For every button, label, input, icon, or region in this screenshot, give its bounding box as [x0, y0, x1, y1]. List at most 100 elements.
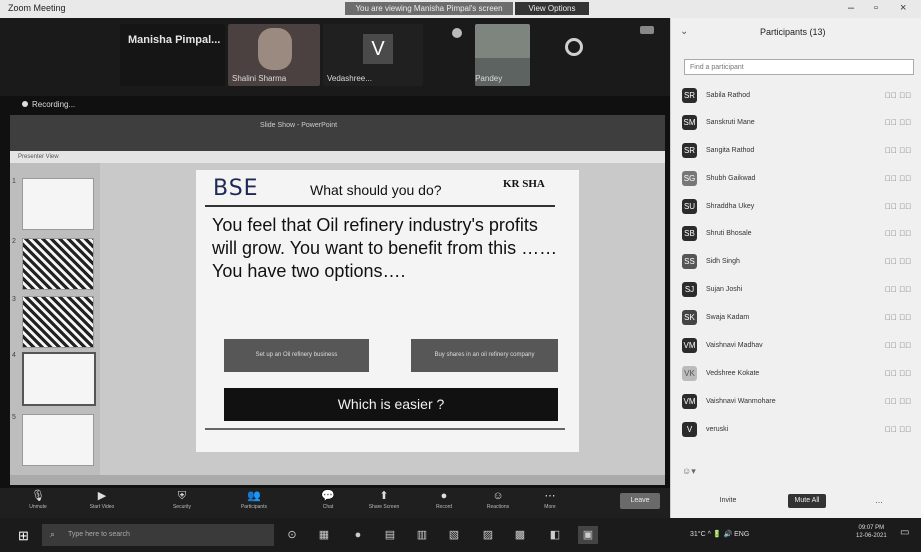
task-view-icon[interactable]: ⊙ [282, 526, 302, 544]
participant-search-input[interactable]: Find a participant [684, 59, 914, 75]
mic-muted-icon[interactable]: 🎤⃠ 📷⃠ [885, 202, 911, 211]
avatar: SG [682, 171, 697, 186]
taskbar-clock[interactable]: 09:07 PM 12-06-2021 [856, 524, 887, 540]
option-box-1: Set up an Oil refinery business [224, 339, 369, 372]
clock-time: 09:07 PM [858, 525, 885, 531]
reaction-icon[interactable]: ☺▾ [682, 466, 696, 477]
slide-thumbnail[interactable] [22, 414, 94, 466]
avatar: SJ [682, 282, 697, 297]
notification-icon[interactable]: ▭ [900, 527, 909, 538]
more-button[interactable]: ⋯ More [528, 489, 572, 511]
word-icon[interactable]: ▨ [478, 526, 498, 544]
video-tile[interactable]: Shalini Sharma [228, 24, 320, 86]
chrome-icon[interactable]: ● [348, 526, 368, 544]
mic-muted-icon[interactable]: 🎤⃠ 📷⃠ [885, 397, 911, 406]
slide-number: 1 [12, 178, 16, 185]
slide-thumbnail[interactable] [22, 296, 94, 348]
more-options-button[interactable]: … [872, 494, 886, 508]
video-tile[interactable]: V Vedashree... [323, 24, 423, 86]
file-explorer-icon[interactable]: ▤ [380, 526, 400, 544]
mic-muted-icon[interactable]: 🎤⃠ 📷⃠ [885, 313, 911, 322]
search-icon: ⌕ [50, 529, 56, 539]
ppt-infobar: Presenter View [10, 151, 665, 163]
avatar: SK [682, 310, 697, 325]
participant-name: veruski [706, 426, 729, 433]
video-tile[interactable]: Ayushi Pandey [475, 24, 530, 86]
video-tile-host[interactable]: Manisha Pimpal... [120, 24, 225, 86]
mic-status-icon [452, 28, 462, 38]
maximize-button[interactable]: ▫ [874, 2, 878, 14]
recording-indicator: Recording... [22, 100, 75, 109]
unmute-button[interactable]: 🎙 Unmute [16, 489, 60, 511]
avatar: SR [682, 143, 697, 158]
leave-button[interactable]: Leave [620, 493, 660, 509]
avatar: SB [682, 226, 697, 241]
mic-icon: 🎙 [31, 490, 45, 502]
mic-muted-icon[interactable]: 🎤⃠ 📷⃠ [885, 257, 911, 266]
clock-date: 12-06-2021 [856, 533, 887, 539]
avatar: SR [682, 88, 697, 103]
slide-thumbnail[interactable] [22, 178, 94, 230]
participants-icon: 👥 [247, 490, 261, 502]
invite-button[interactable]: Invite [710, 494, 746, 508]
participants-button[interactable]: 👥 Participants [232, 489, 276, 511]
mute-all-button[interactable]: Mute All [788, 494, 826, 508]
record-icon [22, 101, 28, 107]
gallery-view-icon[interactable] [640, 26, 654, 34]
mic-muted-icon[interactable]: 🎤⃠ 📷⃠ [885, 425, 911, 434]
avatar: SM [682, 115, 697, 130]
window-title: Zoom Meeting [8, 3, 66, 13]
participant-name: Shruti Bhosale [706, 230, 752, 237]
record-button[interactable]: ● Record [422, 489, 466, 511]
security-icon: ⛨ [177, 490, 187, 502]
mic-muted-icon[interactable]: 🎤⃠ 📷⃠ [885, 285, 911, 294]
mic-muted-icon[interactable]: 🎤⃠ 📷⃠ [885, 174, 911, 183]
powerpoint-icon[interactable]: ▩ [510, 526, 530, 544]
participant-name: Swaja Kadam [706, 314, 750, 321]
share-icon: ⬆ [379, 490, 389, 502]
start-video-button[interactable]: ▶ Start Video [80, 489, 124, 511]
chat-button[interactable]: 💬 Chat [306, 489, 350, 511]
store-icon[interactable]: ▥ [412, 526, 432, 544]
camera-off-icon [565, 38, 583, 56]
security-button[interactable]: ⛨ Security [160, 489, 204, 511]
tile-name: Shalini Sharma [232, 74, 287, 83]
tile-name: Manisha Pimpal... [128, 34, 221, 46]
chevron-down-icon[interactable]: ⌄ [680, 26, 688, 37]
participant-name: Vaishnavi Wanmohare [706, 398, 776, 405]
system-tray[interactable]: 31°C ^ 🔋 🔊 ENG [690, 530, 749, 538]
slide-number: 4 [12, 352, 16, 359]
mail-icon[interactable]: ▧ [444, 526, 464, 544]
mic-muted-icon[interactable]: 🎤⃠ 📷⃠ [885, 229, 911, 238]
mic-muted-icon[interactable]: 🎤⃠ 📷⃠ [885, 369, 911, 378]
slide-thumbnail[interactable] [22, 238, 94, 290]
bse-logo: BSE [213, 176, 259, 201]
avatar: VM [682, 394, 697, 409]
zoom-icon[interactable]: ▣ [578, 526, 598, 544]
slide-thumbnail-selected[interactable] [22, 352, 96, 406]
share-screen-button[interactable]: ⬆ Share Screen [362, 489, 406, 511]
taskbar-search-input[interactable]: Type here to search [42, 524, 274, 546]
view-options-button[interactable]: View Options [515, 2, 589, 15]
ppt-infobar-text: Presenter View [18, 154, 59, 160]
mic-muted-icon[interactable]: 🎤⃠ 📷⃠ [885, 118, 911, 127]
minimize-button[interactable]: – [848, 2, 854, 14]
participant-photo [258, 28, 292, 70]
record-icon: ● [440, 490, 448, 502]
ppt-ribbon [10, 115, 665, 151]
windows-start-icon[interactable]: ⊞ [18, 528, 29, 544]
taskbar-app-icon[interactable]: ◧ [545, 526, 565, 544]
reactions-button[interactable]: ☺ Reactions [476, 489, 520, 511]
video-tile[interactable] [535, 24, 635, 86]
close-button[interactable]: × [900, 2, 906, 14]
participant-name: Sabila Rathod [706, 92, 750, 99]
slide-number: 3 [12, 296, 16, 303]
mic-muted-icon[interactable]: 🎤⃠ 📷⃠ [885, 341, 911, 350]
taskbar-app-icon[interactable]: ▦ [314, 526, 334, 544]
chat-icon: 💬 [321, 490, 335, 502]
mic-muted-icon[interactable]: 🎤⃠ 📷⃠ [885, 91, 911, 100]
slide-divider [205, 205, 555, 207]
video-icon: ▶ [97, 490, 107, 502]
mic-muted-icon[interactable]: 🎤⃠ 📷⃠ [885, 146, 911, 155]
participants-title: Participants (13) [760, 27, 826, 37]
